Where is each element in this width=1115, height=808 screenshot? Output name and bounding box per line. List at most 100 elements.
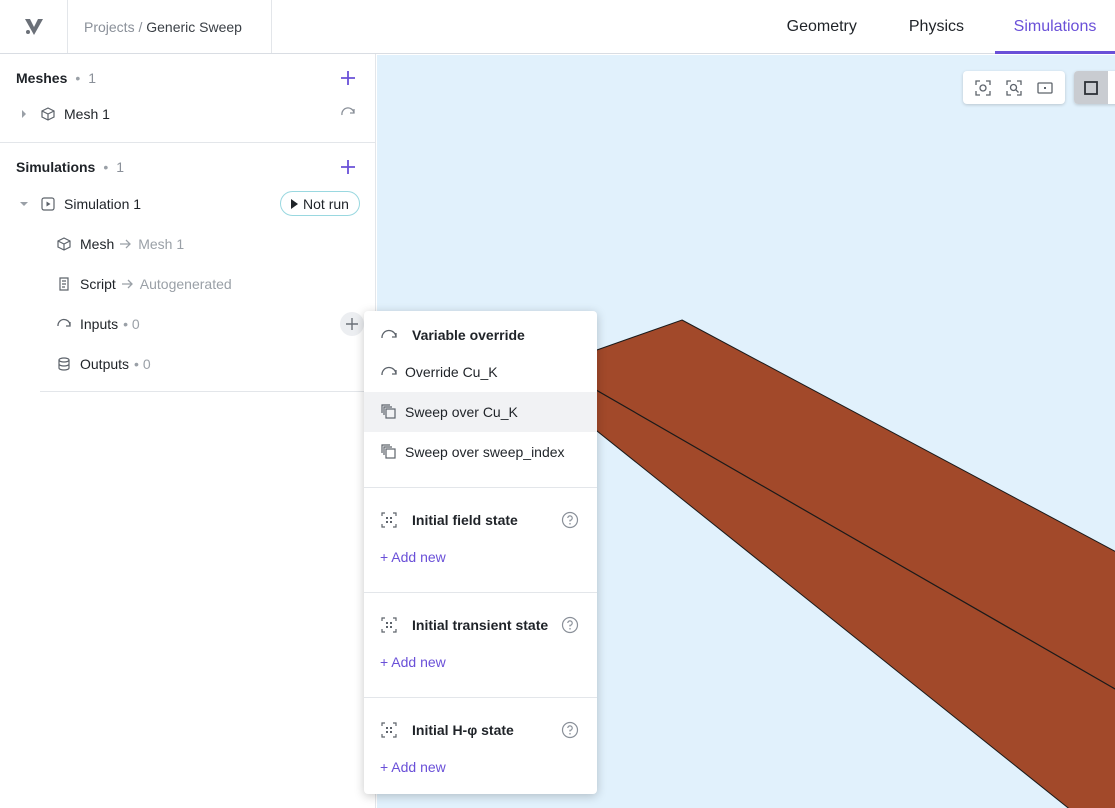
simulation-outputs-row[interactable]: Outputs • 0 (56, 354, 151, 374)
menu-initial-h-phi-state-header: Initial H-φ state (364, 710, 597, 750)
menu-initial-transient-state-title: Initial transient state (412, 617, 549, 633)
frame-icon (1037, 81, 1053, 94)
simulation-outputs-count: • 0 (134, 356, 151, 372)
square-icon (1084, 80, 1098, 95)
arrow-right-icon (121, 276, 134, 292)
state-grid-icon (380, 721, 398, 739)
script-icon (56, 276, 72, 292)
view-toolbar (963, 71, 1065, 104)
add-input-menu: Variable override Override Cu_K Sweep ov… (364, 311, 597, 794)
section-divider (0, 142, 376, 143)
status-badge-label: Not run (303, 195, 349, 212)
database-icon (56, 356, 72, 372)
simulation-inputs-row[interactable]: Inputs • 0 (56, 314, 140, 334)
menu-variable-override-header: Variable override (364, 315, 597, 355)
play-icon (291, 198, 299, 209)
simulation-script-row[interactable]: Script Autogenerated (56, 274, 232, 294)
breadcrumb: Projects / Generic Sweep (68, 0, 272, 53)
remesh-button[interactable] (339, 105, 357, 123)
tab-geometry[interactable]: Geometry (771, 0, 873, 54)
simulation-script-target: Autogenerated (139, 276, 232, 292)
menu-item-sweep-cu-k[interactable]: Sweep over Cu_K (364, 392, 597, 432)
meshes-title: Meshes (16, 70, 68, 86)
add-input-button[interactable] (340, 312, 364, 336)
add-initial-h-phi-state-link[interactable]: + Add new (380, 759, 446, 775)
chevron-right-icon (22, 110, 26, 118)
menu-item-sweep-sweep-index[interactable]: Sweep over sweep_index (364, 432, 597, 472)
state-grid-icon (380, 616, 398, 634)
override-icon (380, 326, 398, 344)
mesh-1-label: Mesh 1 (64, 106, 110, 122)
display-toolbar (1074, 71, 1115, 104)
cube-icon (56, 236, 72, 252)
add-mesh-button[interactable] (337, 67, 359, 89)
plus-icon (346, 318, 358, 330)
help-icon[interactable] (561, 511, 579, 529)
play-box-icon (40, 196, 56, 212)
simulation-mesh-target: Mesh 1 (138, 236, 185, 252)
add-initial-transient-state-link[interactable]: + Add new (380, 654, 446, 670)
menu-initial-h-phi-state-title: Initial H-φ state (412, 722, 514, 738)
simulation-mesh-row[interactable]: Mesh Mesh 1 (56, 234, 184, 254)
menu-item-label: Sweep over sweep_index (405, 444, 565, 460)
help-icon[interactable] (561, 616, 579, 634)
menu-item-override-cu-k[interactable]: Override Cu_K (364, 352, 597, 392)
menu-variable-override-title: Variable override (412, 327, 525, 343)
simulation-outputs-label: Outputs (80, 356, 130, 372)
zoom-fit-button[interactable] (969, 74, 997, 102)
meshes-section-header: Meshes • 1 (16, 68, 96, 88)
simulations-section-header: Simulations • 1 (16, 157, 124, 177)
simulation-1-collapse-caret[interactable] (18, 198, 30, 210)
simulation-script-label: Script (80, 276, 116, 292)
cube-icon (40, 106, 56, 122)
tab-physics[interactable]: Physics (893, 0, 980, 54)
simulation-inputs-count: • 0 (123, 316, 140, 332)
menu-initial-transient-state-header: Initial transient state (364, 605, 597, 645)
simulation-1-item[interactable]: Simulation 1 (40, 194, 141, 214)
meshes-count: 1 (88, 70, 97, 86)
breadcrumb-current: Generic Sweep (146, 18, 242, 35)
plus-icon (341, 160, 355, 174)
sidebar: Meshes • 1 Mesh 1 Simulations • 1 Simula… (0, 54, 376, 808)
add-simulation-button[interactable] (337, 156, 359, 178)
logo-icon (24, 18, 43, 35)
menu-divider (364, 592, 597, 593)
add-initial-field-state-link[interactable]: + Add new (380, 549, 446, 565)
plus-icon (341, 71, 355, 85)
menu-initial-field-state-header: Initial field state (364, 500, 597, 540)
menu-divider (364, 697, 597, 698)
menu-initial-field-state-title: Initial field state (412, 512, 518, 528)
state-grid-icon (380, 511, 398, 529)
mesh-1-item[interactable]: Mesh 1 (40, 104, 110, 124)
arrow-right-icon (120, 236, 132, 252)
status-badge[interactable]: Not run (280, 191, 360, 216)
simulation-mesh-label: Mesh (80, 236, 115, 252)
sweep-icon (380, 403, 398, 421)
simulation-1-label: Simulation 1 (64, 196, 142, 212)
simulation-inputs-label: Inputs (80, 316, 119, 332)
chevron-down-icon (20, 202, 28, 206)
focus-icon (975, 79, 991, 96)
simulations-dot: • (103, 159, 109, 175)
menu-divider (364, 487, 597, 488)
main-tabs: Geometry Physics Simulations (751, 0, 1115, 54)
top-header: Projects / Generic Sweep Geometry Physic… (0, 0, 1115, 54)
solid-view-button[interactable] (1074, 71, 1108, 104)
app-logo[interactable] (0, 0, 68, 53)
frame-button[interactable] (1031, 74, 1059, 102)
breadcrumb-separator: / (134, 18, 147, 35)
override-icon (56, 316, 72, 332)
meshes-dot: • (75, 70, 81, 86)
refresh-icon (341, 107, 355, 116)
mesh-1-expand-caret[interactable] (18, 108, 30, 120)
simulations-count: 1 (116, 159, 125, 175)
breadcrumb-projects[interactable]: Projects (84, 19, 135, 35)
help-icon[interactable] (561, 721, 579, 739)
tab-simulations[interactable]: Simulations (995, 0, 1115, 54)
simulations-title: Simulations (16, 159, 96, 175)
menu-item-label: Sweep over Cu_K (405, 404, 518, 420)
zoom-button[interactable] (1000, 74, 1028, 102)
menu-item-label: Override Cu_K (405, 364, 498, 380)
override-icon (380, 363, 398, 381)
sweep-icon (380, 443, 398, 461)
